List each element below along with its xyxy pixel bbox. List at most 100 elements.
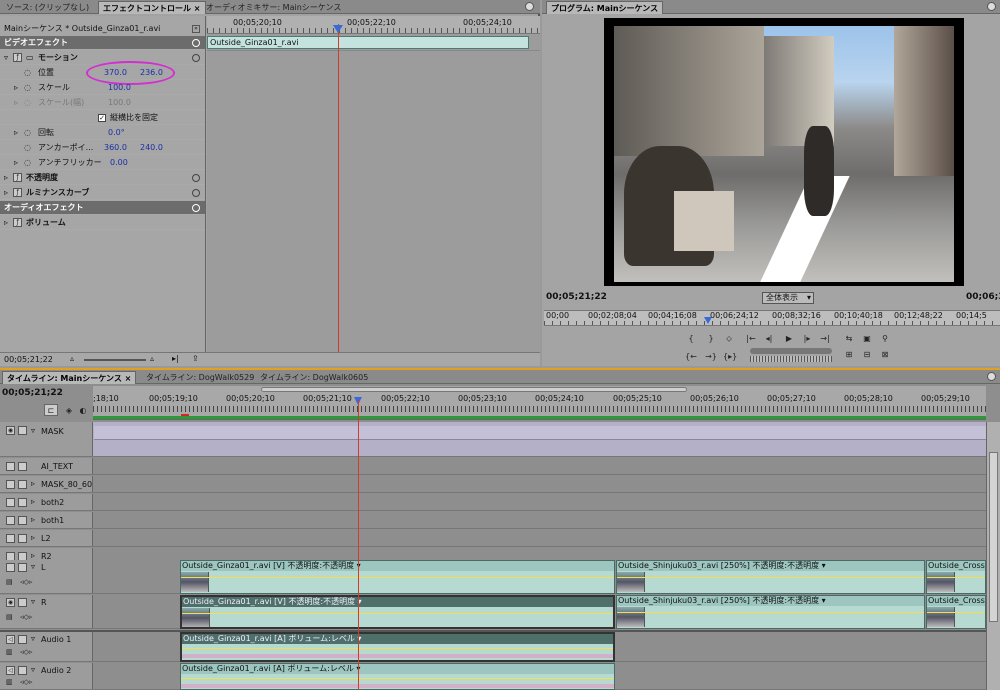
tab-timeline-main[interactable]: タイムライン: Mainシーケンス ×	[2, 371, 137, 384]
eye-icon[interactable]	[6, 480, 15, 489]
previous-edit-icon[interactable]: |←	[744, 332, 758, 344]
next-edit-icon[interactable]: →|	[818, 332, 832, 344]
zoom-out-icon[interactable]: ▵	[70, 354, 74, 363]
expand-triangle-icon[interactable]: ▿	[4, 51, 8, 65]
clip-ginza-audio-1[interactable]: Outside_Ginza01_r.avi [A] ボリューム:レベル ▾	[180, 632, 615, 662]
tab-audio-mixer[interactable]: オーディオミキサー: Mainシーケンス	[202, 1, 345, 14]
opacity-rubberband[interactable]	[181, 577, 614, 578]
loop-icon[interactable]: ⇆	[842, 332, 856, 344]
reset-icon[interactable]	[192, 39, 200, 47]
close-icon[interactable]: ×	[125, 374, 132, 383]
expand-icon[interactable]: »	[192, 25, 200, 33]
step-forward-icon[interactable]: |▸	[800, 332, 814, 344]
clip-ginza-audio-2[interactable]: Outside_Ginza01_r.avi [A] ボリューム:レベル ▾	[180, 663, 615, 690]
expand-triangle-icon[interactable]: ▹	[4, 216, 8, 230]
jog-wheel[interactable]	[750, 356, 832, 362]
clip-ginza-video-r[interactable]: Outside_Ginza01_r.avi [V] 不透明度:不透明度 ▾	[180, 595, 615, 629]
volume-rubberband[interactable]	[182, 648, 613, 649]
expand-triangle-icon[interactable]: ▹	[4, 186, 8, 200]
eye-icon[interactable]	[6, 563, 15, 572]
eye-icon[interactable]: ◉	[6, 598, 15, 607]
expand-triangle-icon[interactable]: ▹	[4, 171, 8, 185]
eye-icon[interactable]	[6, 462, 15, 471]
collapse-triangle-icon[interactable]: ▿	[31, 634, 35, 643]
antiflicker-value[interactable]: 0.00	[110, 156, 128, 170]
display-style-icon[interactable]: ▤	[6, 578, 13, 586]
program-time-ruler[interactable]: 00;00 00;02;08;04 00;04;16;08 00;06;24;1…	[544, 310, 1000, 326]
lock-icon[interactable]	[18, 666, 27, 675]
scrollbar-thumb[interactable]	[989, 452, 998, 622]
expand-triangle-icon[interactable]: ▹	[14, 126, 18, 140]
snap-icon[interactable]: ⊏	[44, 404, 58, 416]
zoom-in-icon[interactable]: ▵	[150, 354, 154, 363]
clip-shinjuku-video-l[interactable]: Outside_Shinjuku03_r.avi [250%] 不透明度:不透明…	[616, 560, 925, 594]
close-icon[interactable]: ×	[194, 4, 201, 13]
lock-icon[interactable]	[18, 635, 27, 644]
play-audio-icon[interactable]: ▸|	[172, 354, 179, 363]
anchor-x-value[interactable]: 360.0	[104, 141, 127, 155]
lock-icon[interactable]	[18, 498, 27, 507]
scale-value[interactable]: 100.0	[108, 81, 131, 95]
playhead-handle[interactable]	[333, 25, 343, 33]
step-back-icon[interactable]: ◂|	[762, 332, 776, 344]
shuttle-slider[interactable]	[750, 348, 832, 354]
go-to-out-icon[interactable]: →}	[704, 350, 718, 362]
zoom-slider[interactable]	[84, 359, 146, 361]
panel-menu-icon[interactable]	[987, 372, 996, 381]
opacity-rubberband[interactable]	[617, 612, 924, 613]
keyframe-nav-icon[interactable]: ◃◇▹	[20, 578, 32, 586]
speaker-icon[interactable]: ◁	[6, 635, 15, 644]
tab-program[interactable]: プログラム: Mainシーケンス	[546, 1, 664, 14]
mark-out-icon[interactable]: }	[704, 332, 718, 344]
expand-triangle-icon[interactable]: ▹	[31, 551, 35, 560]
trim-icon[interactable]: ⊠	[878, 348, 892, 360]
lock-icon[interactable]	[18, 598, 27, 607]
eye-icon[interactable]	[6, 498, 15, 507]
uniform-scale-checkbox[interactable]: ✓	[98, 114, 106, 122]
go-to-in-icon[interactable]: {←	[684, 350, 698, 362]
collapse-triangle-icon[interactable]: ▿	[31, 665, 35, 674]
lock-icon[interactable]	[18, 534, 27, 543]
fx-toggle-icon[interactable]: ƒ	[13, 173, 22, 182]
keyframe-nav-icon[interactable]: ◃◇▹	[20, 648, 32, 656]
stopwatch-icon[interactable]: ◌	[24, 66, 31, 80]
reset-icon[interactable]	[192, 54, 200, 62]
expand-triangle-icon[interactable]: ▹	[31, 479, 35, 488]
collapse-triangle-icon[interactable]: ▿	[31, 562, 35, 571]
clip-ginza-video-l[interactable]: Outside_Ginza01_r.avi [V] 不透明度:不透明度 ▾	[180, 560, 615, 594]
opacity-rubberband[interactable]	[617, 577, 924, 578]
timeline-vertical-scrollbar[interactable]	[986, 422, 1000, 690]
opacity-rubberband[interactable]	[927, 577, 985, 578]
tab-effect-controls[interactable]: エフェクトコントロール ×	[98, 1, 206, 14]
waveform-icon[interactable]: ▥	[6, 678, 13, 686]
work-area-bar[interactable]	[261, 387, 687, 392]
reset-icon[interactable]	[192, 189, 200, 197]
lift-icon[interactable]: ⊞	[842, 348, 856, 360]
stopwatch-icon[interactable]: ◌	[24, 156, 31, 170]
sequence-marker-icon[interactable]: ◐	[76, 404, 90, 416]
anchor-y-value[interactable]: 240.0	[140, 141, 163, 155]
eye-icon[interactable]: ◉	[6, 426, 15, 435]
effect-row-volume[interactable]: ▹ ƒ ボリューム	[0, 216, 205, 230]
eye-icon[interactable]	[6, 534, 15, 543]
play-in-to-out-icon[interactable]: {▸}	[722, 350, 737, 362]
lock-icon[interactable]	[18, 462, 27, 471]
fx-toggle-icon[interactable]: ƒ	[13, 188, 22, 197]
effect-row-opacity[interactable]: ▹ ƒ 不透明度	[0, 171, 205, 185]
fx-toggle-icon[interactable]: ƒ	[13, 218, 22, 227]
waveform-icon[interactable]: ▥	[6, 648, 13, 656]
playhead-handle[interactable]	[704, 317, 712, 324]
effect-clip-bar[interactable]: Outside_Ginza01_r.avi	[207, 36, 529, 49]
play-icon[interactable]: ▶	[782, 332, 796, 344]
expand-triangle-icon[interactable]: ▹	[31, 497, 35, 506]
expand-triangle-icon[interactable]: ▹	[14, 156, 18, 170]
stopwatch-icon[interactable]: ◌	[24, 126, 31, 140]
lock-icon[interactable]	[18, 563, 27, 572]
mark-in-icon[interactable]: {	[684, 332, 698, 344]
stopwatch-icon[interactable]: ◌	[24, 141, 31, 155]
opacity-rubberband[interactable]	[927, 612, 985, 613]
timeline-ruler[interactable]: ;18;10 00;05;19;10 00;05;20;10 00;05;21;…	[93, 386, 986, 420]
tab-timeline-dogwalk0529[interactable]: タイムライン: DogWalk0529	[142, 371, 258, 384]
clip-shinjuku-video-r[interactable]: Outside_Shinjuku03_r.avi [250%] 不透明度:不透明…	[616, 595, 925, 629]
keyframe-nav-icon[interactable]: ◃◇▹	[20, 613, 32, 621]
